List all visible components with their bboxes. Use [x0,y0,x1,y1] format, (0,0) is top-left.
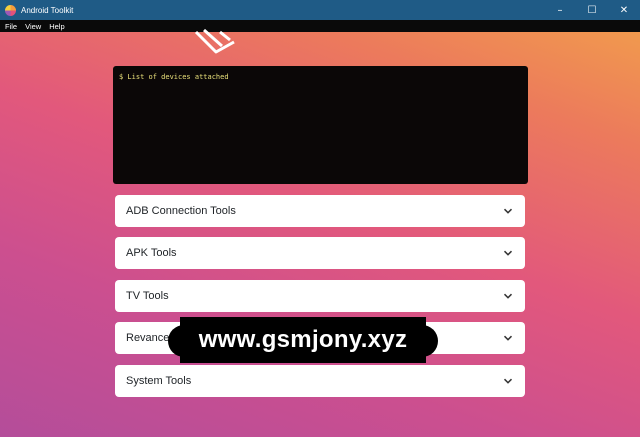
title-bar[interactable]: Android Toolkit – ☐ ✕ [0,0,640,20]
window-title: Android Toolkit [21,5,74,15]
menu-bar: File View Help [0,20,640,32]
watermark-text: www.gsmjony.xyz [198,326,408,353]
chevron-down-icon [502,205,514,217]
close-icon: ✕ [619,4,629,16]
watermark: www.gsmjony.xyz [168,317,438,363]
window-controls: – ☐ ✕ [544,0,640,20]
chevron-down-icon [502,375,514,387]
accordion-system-tools[interactable]: System Tools [115,365,525,397]
accordion-label: TV Tools [126,290,169,302]
menu-file[interactable]: File [5,22,17,31]
accordion-label: ADB Connection Tools [126,205,236,217]
accordion-label: APK Tools [126,247,177,259]
close-button[interactable]: ✕ [608,0,640,20]
minimize-button[interactable]: – [544,0,576,20]
accordion-label: System Tools [126,375,192,387]
minimize-icon: – [557,4,563,16]
chevron-down-icon [502,247,514,259]
terminal-output[interactable]: $ List of devices attached [113,66,528,184]
terminal-line: $ List of devices attached [119,73,229,81]
app-window: Android Toolkit – ☐ ✕ File View Help $ L… [0,0,640,437]
accordion-tv-tools[interactable]: TV Tools [115,280,525,312]
app-icon [5,4,16,16]
chevron-down-icon [502,290,514,302]
toolkit-logo-icon [194,28,235,54]
chevron-down-icon [502,332,514,344]
menu-help[interactable]: Help [49,22,64,31]
maximize-button[interactable]: ☐ [576,0,608,20]
maximize-icon: ☐ [587,4,597,16]
menu-view[interactable]: View [25,22,41,31]
accordion-adb-connection-tools[interactable]: ADB Connection Tools [115,195,525,227]
accordion-apk-tools[interactable]: APK Tools [115,237,525,269]
